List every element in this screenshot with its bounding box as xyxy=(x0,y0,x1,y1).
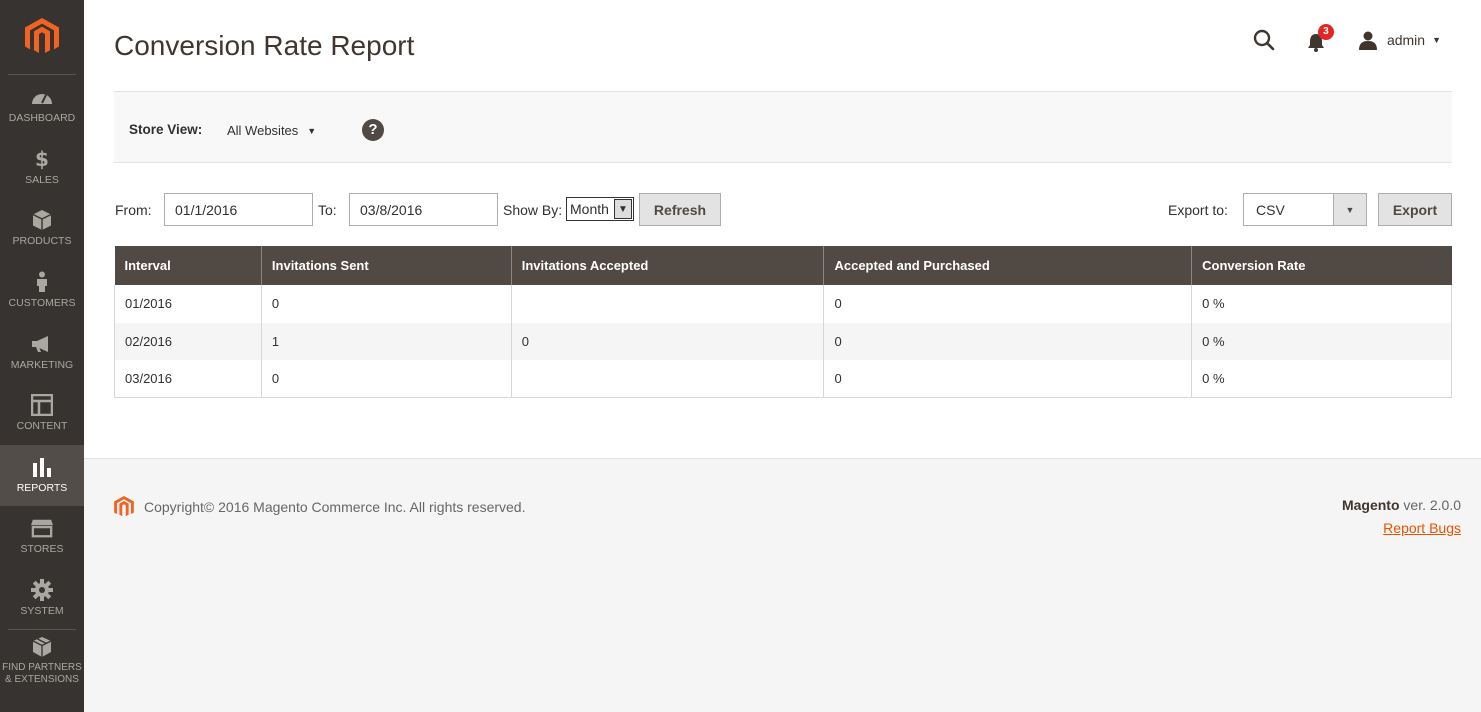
from-label: From: xyxy=(115,202,152,218)
table-cell: 0 % xyxy=(1191,322,1452,360)
store-icon xyxy=(31,517,53,539)
table-cell: 0 % xyxy=(1191,360,1452,398)
sidebar-item-label: SYSTEM xyxy=(20,604,64,617)
column-header[interactable]: Invitations Sent xyxy=(260,246,512,285)
magento-logo-icon xyxy=(114,496,134,517)
refresh-button[interactable]: Refresh xyxy=(639,193,721,226)
user-menu[interactable]: admin ▼ xyxy=(1358,30,1441,50)
header-actions: 3 admin ▼ xyxy=(1252,24,1441,52)
report-bugs-link[interactable]: Report Bugs xyxy=(1383,520,1461,536)
show-by-label: Show By: xyxy=(503,202,563,218)
column-header[interactable]: Invitations Accepted xyxy=(510,246,824,285)
sidebar-item-customers[interactable]: CUSTOMERS xyxy=(0,260,84,322)
person-icon xyxy=(31,271,53,293)
table-cell xyxy=(510,285,825,323)
sidebar-item-system[interactable]: SYSTEM xyxy=(0,568,84,630)
chevron-down-icon: ▼ xyxy=(1432,35,1441,45)
version-info: Magento ver. 2.0.0 xyxy=(1342,497,1461,513)
brand-name: Magento xyxy=(1341,497,1400,513)
column-header[interactable]: Conversion Rate xyxy=(1191,246,1452,285)
magento-logo[interactable] xyxy=(8,0,76,75)
to-date-input[interactable] xyxy=(349,193,498,226)
main-content: Conversion Rate Report 3 admin ▼ Store V… xyxy=(84,0,1481,458)
admin-sidebar: DASHBOARD $ SALES PRODUCTS CUSTOMERS MARKETIN… xyxy=(0,0,84,712)
table-cell: 01/2016 xyxy=(114,285,262,323)
table-row: 03/2016 0 0 0 % xyxy=(114,360,1452,398)
table-cell: 0 xyxy=(260,360,512,398)
sidebar-item-content[interactable]: CONTENT xyxy=(0,383,84,445)
store-view-switcher[interactable]: All Websites ▼ xyxy=(227,123,316,138)
sidebar-item-label: SALES xyxy=(25,173,59,186)
sidebar-item-reports[interactable]: REPORTS xyxy=(0,444,84,507)
table-cell: 03/2016 xyxy=(114,360,262,398)
from-date-input[interactable] xyxy=(164,193,313,226)
store-view-label: Store View: xyxy=(129,122,203,137)
column-header[interactable]: Interval xyxy=(114,246,262,285)
export-format-select[interactable]: CSV ▼ xyxy=(1243,193,1367,226)
table-cell: 0 % xyxy=(1191,285,1452,323)
store-view-value: All Websites xyxy=(227,123,299,138)
to-label: To: xyxy=(318,202,337,218)
copyright-text: Copyright© 2016 Magento Commerce Inc. Al… xyxy=(144,499,526,515)
chevron-down-icon: ▼ xyxy=(307,125,317,136)
sidebar-item-dashboard[interactable]: DASHBOARD xyxy=(0,75,84,137)
magento-logo-icon xyxy=(25,18,59,53)
table-cell: 0 xyxy=(823,322,1193,360)
notification-count-badge: 3 xyxy=(1317,24,1334,40)
svg-text:$: $ xyxy=(35,148,49,170)
chevron-down-icon: ▼ xyxy=(1333,194,1366,225)
layout-icon xyxy=(31,394,53,417)
table-cell xyxy=(510,360,825,398)
table-cell: 0 xyxy=(823,285,1193,323)
table-cell: 0 xyxy=(823,360,1193,398)
table-cell: 0 xyxy=(510,322,825,360)
page-footer: Copyright© 2016 Magento Commerce Inc. Al… xyxy=(84,458,1481,712)
sidebar-item-stores[interactable]: STORES xyxy=(0,506,84,568)
megaphone-icon xyxy=(31,333,53,355)
sidebar-item-label: REPORTS xyxy=(16,481,68,494)
report-table: Interval Invitations Sent Invitations Acce… xyxy=(114,246,1452,398)
bar-chart-icon xyxy=(31,456,53,478)
report-filters: From: To: Show By: Month ▼ Refresh Expor… xyxy=(114,193,1452,227)
sidebar-item-label: PRODUCTS xyxy=(12,235,72,248)
sidebar-item-label: DASHBOARD xyxy=(8,112,76,125)
sidebar-item-sales[interactable]: $ SALES xyxy=(0,137,84,199)
sidebar-item-find-partners-extensions[interactable]: FIND PARTNERS & EXTENSIONS xyxy=(0,630,84,692)
export-format-value: CSV xyxy=(1256,201,1285,218)
sidebar-item-label: FIND PARTNERS & EXTENSIONS xyxy=(2,661,82,686)
export-button[interactable]: Export xyxy=(1378,193,1452,226)
sidebar-item-marketing[interactable]: MARKETING xyxy=(0,321,84,383)
chevron-down-icon: ▼ xyxy=(614,199,632,219)
sidebar-item-label: CONTENT xyxy=(16,420,68,433)
user-icon xyxy=(1358,31,1377,50)
column-header[interactable]: Accepted and Purchased xyxy=(823,246,1192,285)
sidebar-item-label: CUSTOMERS xyxy=(8,297,76,310)
version-text: ver. 2.0.0 xyxy=(1399,497,1461,513)
sidebar-item-label: STORES xyxy=(20,543,64,556)
page-title: Conversion Rate Report xyxy=(114,30,415,61)
table-row: 01/2016 0 0 0 % xyxy=(114,285,1452,323)
store-view-bar: Store View: All Websites ▼ ? xyxy=(114,91,1452,163)
user-name: admin xyxy=(1386,32,1426,48)
notifications-button[interactable]: 3 xyxy=(1306,24,1334,52)
table-cell: 02/2016 xyxy=(114,322,262,360)
copyright: Copyright© 2016 Magento Commerce Inc. Al… xyxy=(114,496,526,518)
sidebar-item-products[interactable]: PRODUCTS xyxy=(0,198,84,260)
gear-icon xyxy=(31,578,53,601)
table-cell: 0 xyxy=(260,285,512,323)
table-header-row: Interval Invitations Sent Invitations Acce… xyxy=(114,246,1452,285)
show-by-select[interactable]: Month ▼ xyxy=(566,197,634,221)
gauge-icon xyxy=(31,86,53,108)
help-icon[interactable]: ? xyxy=(362,119,384,141)
dollar-icon: $ xyxy=(31,148,53,170)
box-icon xyxy=(31,209,53,231)
export-to-label: Export to: xyxy=(1168,202,1228,218)
show-by-value: Month xyxy=(570,201,609,217)
search-icon[interactable] xyxy=(1252,28,1276,52)
sidebar-item-label: MARKETING xyxy=(10,358,74,371)
table-row: 02/2016 1 0 0 0 % xyxy=(114,322,1452,360)
blocks-icon xyxy=(31,636,53,658)
table-cell: 1 xyxy=(260,322,512,360)
